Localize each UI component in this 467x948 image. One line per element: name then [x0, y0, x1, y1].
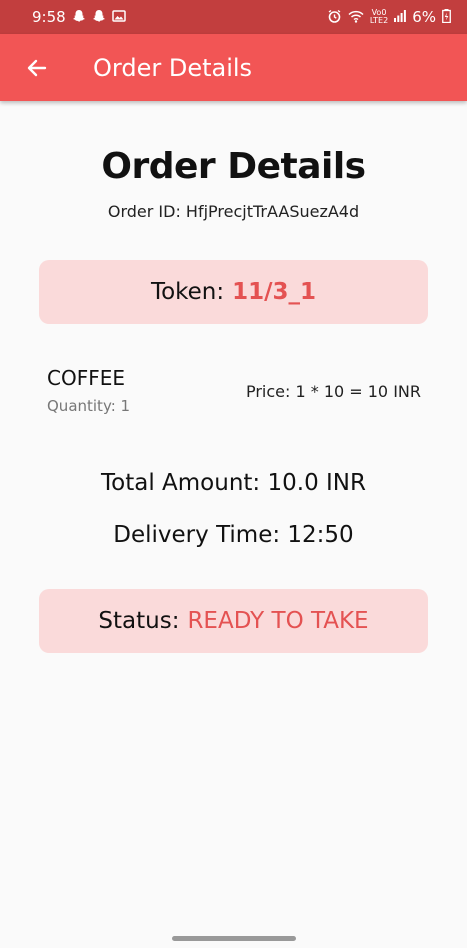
network-type-bottom: LTE2 — [369, 16, 389, 25]
signal-icon — [394, 10, 407, 24]
list-item: COFFEE Quantity: 1 Price: 1 * 10 = 10 IN… — [47, 366, 421, 418]
status-value: READY TO TAKE — [187, 608, 369, 634]
token-label: Token: — [150, 279, 225, 305]
total-amount: Total Amount: 10.0 INR — [101, 470, 366, 496]
arrow-left-icon — [27, 59, 47, 76]
snapchat-icon — [72, 9, 86, 25]
status-time: 9:58 — [32, 8, 66, 26]
item-price: Price: 1 * 10 = 10 INR — [245, 382, 421, 401]
order-id: Order ID: HfjPrecjtTrAASuezA4d — [107, 202, 360, 221]
status-bar-right: Vo0 LTE2 6% — [327, 8, 451, 26]
status-bar: 9:58 Vo0 LTE2 6% — [0, 0, 467, 34]
battery-charging-icon — [442, 9, 451, 25]
snapchat-icon — [92, 9, 106, 25]
status-bar-left: 9:58 — [32, 8, 126, 26]
network-type: Vo0 LTE2 — [370, 9, 388, 25]
status-label: Status: — [98, 608, 180, 634]
alarm-icon — [327, 9, 342, 26]
token-card: Token: 11/3_1 — [39, 260, 428, 324]
page-title: Order Details — [101, 146, 366, 187]
item-name: COFFEE — [47, 366, 125, 390]
item-quantity: Quantity: 1 — [47, 397, 131, 415]
app-bar: Order Details — [0, 34, 467, 101]
app-bar-title: Order Details — [93, 53, 253, 82]
gallery-icon — [111, 9, 126, 25]
status-card: Status: READY TO TAKE — [39, 589, 428, 653]
wifi-icon — [348, 10, 364, 25]
battery-percent: 6% — [412, 8, 436, 26]
delivery-time: Delivery Time: 12:50 — [113, 522, 354, 548]
back-button[interactable] — [0, 34, 74, 101]
gesture-nav-bar[interactable] — [172, 936, 296, 941]
token-value: 11/3_1 — [232, 279, 317, 305]
